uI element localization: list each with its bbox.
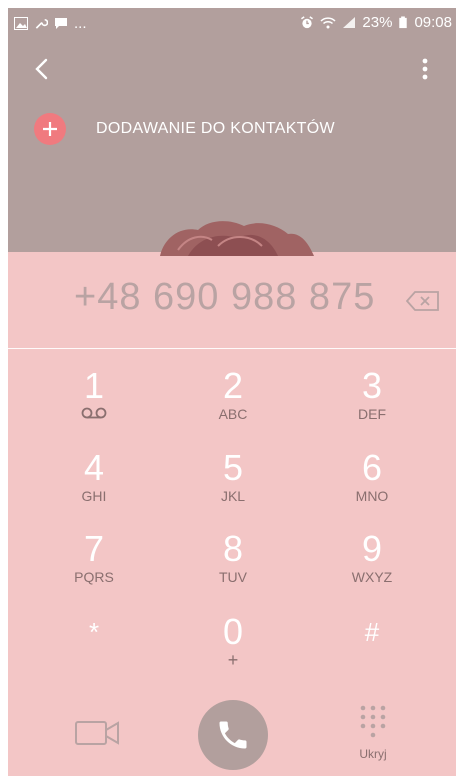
key-digit: 9 xyxy=(361,528,383,569)
bottom-actions: Ukryj xyxy=(8,696,456,776)
signal-icon xyxy=(343,17,356,28)
key-1[interactable]: 1 xyxy=(34,366,154,438)
battery-percent: 23% xyxy=(362,14,393,31)
key-digit: 5 xyxy=(222,447,244,488)
key-letters: TUV xyxy=(219,569,247,585)
hide-label: Ukryj xyxy=(359,747,387,761)
key-digit: 4 xyxy=(83,447,105,488)
key-digit: 2 xyxy=(222,365,244,406)
key-0[interactable]: 0 + xyxy=(173,612,293,684)
video-call-icon[interactable] xyxy=(74,716,120,750)
alarm-icon xyxy=(301,16,314,29)
key-digit: # xyxy=(364,617,380,647)
keypad-grid-icon xyxy=(360,705,386,738)
key-letters: ABC xyxy=(218,406,248,422)
key-6[interactable]: 6 MNO xyxy=(312,448,432,520)
key-letters: PQRS xyxy=(74,569,114,585)
key-8[interactable]: 8 TUV xyxy=(173,529,293,601)
rose-decoration xyxy=(160,221,314,256)
add-to-contacts-button[interactable]: DODAWANIE DO KONTAKTÓW xyxy=(34,112,335,146)
call-button[interactable] xyxy=(198,700,268,770)
image-icon xyxy=(14,17,28,30)
status-more: ... xyxy=(74,15,87,32)
more-options-icon[interactable] xyxy=(420,56,430,82)
key-digit: 7 xyxy=(83,528,105,569)
key-hash[interactable]: # xyxy=(312,612,432,684)
key-letters: MNO xyxy=(355,488,389,504)
key-2[interactable]: 2 ABC xyxy=(173,366,293,438)
key-letters: JKL xyxy=(220,488,246,504)
voicemail-icon xyxy=(81,407,107,419)
key-digit: 8 xyxy=(222,528,244,569)
key-star[interactable]: * xyxy=(34,612,154,684)
dialer-screen: ... 23% 09:08 DODAWANIE DO KONTAKTÓW +48… xyxy=(8,8,456,776)
key-letters: WXYZ xyxy=(351,569,393,585)
key-letters: GHI xyxy=(81,488,107,504)
backspace-icon[interactable] xyxy=(406,290,440,312)
clock: 09:08 xyxy=(414,14,452,31)
key-digit: 6 xyxy=(361,447,383,488)
key-digit: * xyxy=(88,617,100,647)
key-letters: + xyxy=(227,650,239,670)
phone-icon xyxy=(219,721,247,749)
key-digit: 0 xyxy=(222,611,244,652)
number-display: +48 690 988 875 xyxy=(8,254,456,348)
divider xyxy=(8,348,456,349)
key-3[interactable]: 3 DEF xyxy=(312,366,432,438)
wifi-icon xyxy=(320,17,336,29)
message-icon xyxy=(55,18,67,29)
back-icon[interactable] xyxy=(30,56,56,82)
key-9[interactable]: 9 WXYZ xyxy=(312,529,432,601)
hide-keypad-button[interactable]: Ukryj xyxy=(348,704,398,764)
dialed-number[interactable]: +48 690 988 875 xyxy=(74,276,375,319)
battery-icon xyxy=(399,16,408,29)
add-to-contacts-label: DODAWANIE DO KONTAKTÓW xyxy=(96,120,335,137)
key-letters: DEF xyxy=(358,406,386,422)
key-4[interactable]: 4 GHI xyxy=(34,448,154,520)
status-bar: ... 23% 09:08 xyxy=(8,8,456,38)
key-digit: 3 xyxy=(361,365,383,406)
wrench-icon xyxy=(35,18,48,29)
key-digit: 1 xyxy=(83,365,105,406)
plus-icon xyxy=(34,113,66,145)
key-7[interactable]: 7 PQRS xyxy=(34,529,154,601)
key-5[interactable]: 5 JKL xyxy=(173,448,293,520)
